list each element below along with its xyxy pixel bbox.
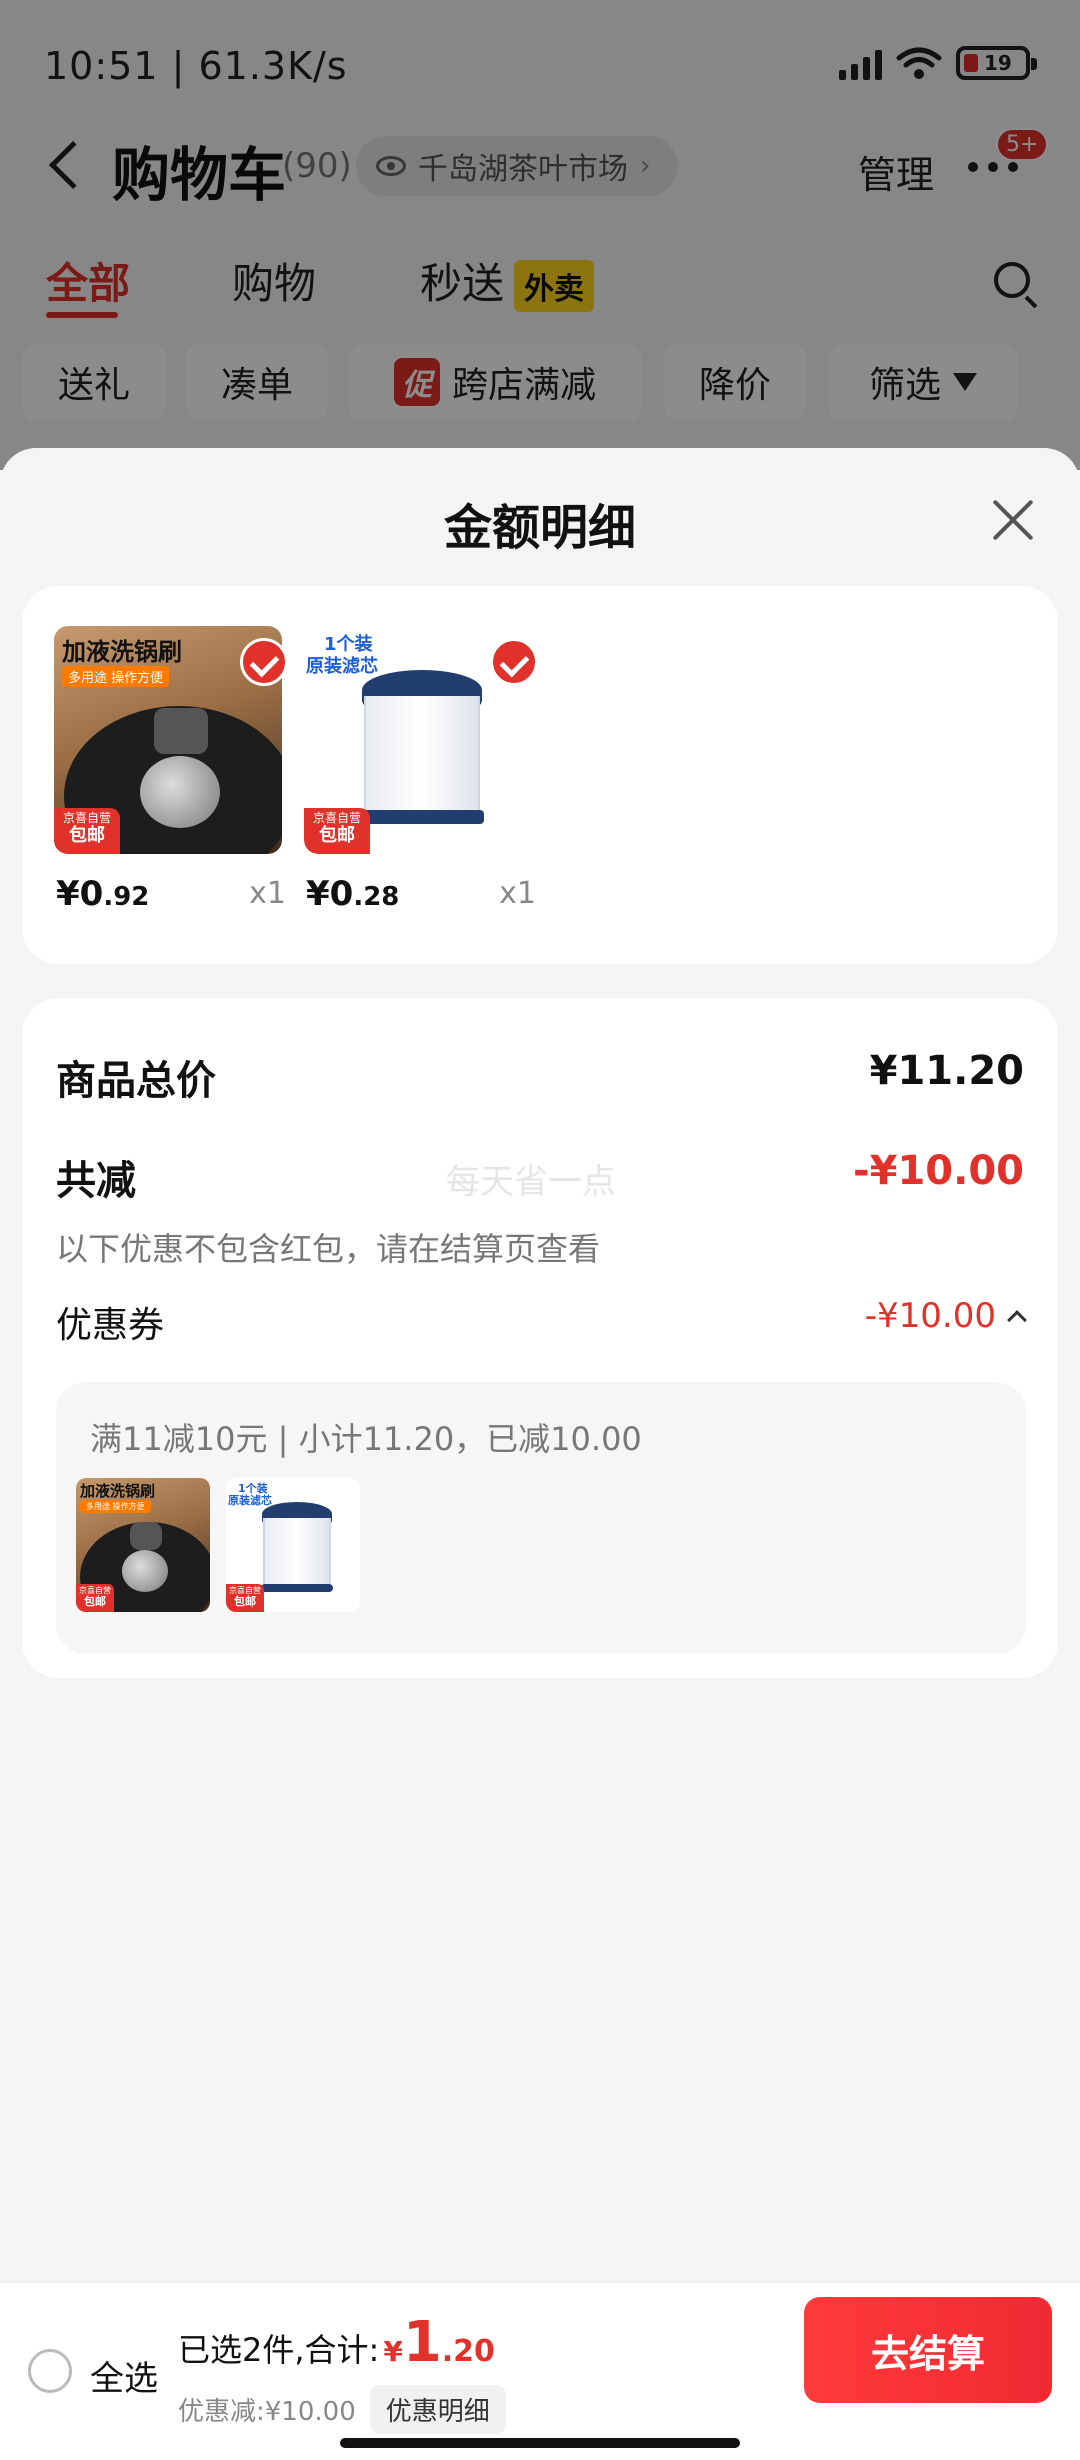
product-price: ¥0.92 [56, 874, 149, 914]
discount-label: 共减 [56, 1158, 136, 1204]
price-dec: .28 [353, 882, 400, 912]
dim-overlay[interactable] [0, 0, 1080, 470]
thumb-subtitle: 多用途 操作方便 [62, 666, 170, 687]
select-all-radio[interactable] [28, 2349, 72, 2393]
ship-tag-bottom: 包邮 [319, 824, 355, 846]
discount-note: 以下优惠不包含红包，请在结算页查看 [56, 1230, 601, 1268]
amount-detail-sheet: 金额明细 加液洗锅刷 多用途 操作方便 京喜自营 包邮 ¥0.92 x1 1个装… [0, 448, 1080, 2460]
sheet-title: 金额明细 [443, 500, 636, 556]
home-indicator [340, 2438, 740, 2448]
ship-tag-bottom: 包邮 [69, 824, 105, 846]
coupon-rule: 满11减10元 | 小计11.20，已减10.00 [90, 1420, 642, 1458]
price-dec: .92 [103, 882, 150, 912]
product-item[interactable]: 1个装 原装滤芯 京喜自营 包邮 ¥0.28 x1 [304, 626, 538, 914]
discount-text: 优惠减:¥10.00 [178, 2397, 356, 2427]
product-quantity: x1 [249, 876, 286, 911]
chevron-up-icon [1007, 1310, 1027, 1330]
total-price-label: 商品总价 [56, 1058, 216, 1104]
product-price: ¥0.28 [306, 874, 399, 914]
total-integer: 1 [402, 2310, 442, 2375]
discount-summary: 优惠减:¥10.00 优惠明细 [178, 2385, 506, 2434]
price-int: ¥0 [56, 874, 104, 914]
coupon-detail-box: 满11减10元 | 小计11.20，已减10.00 加液洗锅刷 多用途 操作方便… [56, 1382, 1026, 1654]
ship-tag-bottom: 包邮 [234, 1594, 256, 1608]
selected-text: 已选2件,合计: [178, 2331, 380, 2369]
total-price-value: ¥11.20 [869, 1048, 1024, 1094]
products-card: 加液洗锅刷 多用途 操作方便 京喜自营 包邮 ¥0.92 x1 1个装 原装滤芯… [22, 586, 1058, 964]
coupon-product-thumb: 加液洗锅刷 多用途 操作方便 京喜自营 包邮 [76, 1478, 210, 1612]
watermark-text: 每天省一点 [446, 1162, 616, 1202]
summary-card: 商品总价 ¥11.20 每天省一点 共减 -¥10.00 以下优惠不包含红包，请… [22, 998, 1058, 1678]
discount-detail-button[interactable]: 优惠明细 [369, 2385, 506, 2434]
ship-tag-top: 京喜自营 [79, 1586, 111, 1595]
coupon-label: 优惠券 [56, 1305, 165, 1346]
thumb-title: 加液洗锅刷 [80, 1482, 156, 1500]
ship-tag-top: 京喜自营 [312, 811, 361, 825]
free-shipping-tag: 京喜自营 包邮 [76, 1584, 114, 1612]
total-currency: ¥ [383, 2335, 403, 2368]
checked-icon [240, 638, 288, 686]
product-item[interactable]: 加液洗锅刷 多用途 操作方便 京喜自营 包邮 ¥0.92 x1 [54, 626, 288, 914]
ship-tag-top: 京喜自营 [229, 1586, 261, 1595]
coupon-toggle[interactable]: -¥10.00 [864, 1296, 1027, 1336]
ship-tag-top: 京喜自营 [62, 811, 111, 825]
price-row: ¥0.92 x1 [56, 874, 286, 914]
thumb-subtitle: 多用途 操作方便 [80, 1500, 151, 1513]
coupon-product-thumb: 1个装 原装滤芯 京喜自营 包邮 [226, 1478, 360, 1612]
close-icon[interactable] [984, 492, 1040, 548]
thumb-line2: 原装滤芯 [228, 1494, 272, 1507]
total-decimal: .20 [441, 2334, 495, 2369]
checked-icon [490, 638, 538, 686]
coupon-value: -¥10.00 [864, 1296, 996, 1336]
selected-summary: 已选2件,合计: ¥ 1 .20 [178, 2315, 495, 2371]
checkout-button[interactable]: 去结算 [804, 2297, 1052, 2403]
ship-tag-bottom: 包邮 [84, 1594, 106, 1608]
select-all-label[interactable]: 全选 [90, 2351, 158, 2400]
thumb-title: 加液洗锅刷 [62, 638, 182, 666]
price-int: ¥0 [306, 874, 354, 914]
checkout-bar: 全选 已选2件,合计: ¥ 1 .20 优惠减:¥10.00 优惠明细 去结算 [0, 2282, 1080, 2460]
free-shipping-tag: 京喜自营 包邮 [226, 1584, 264, 1612]
free-shipping-tag: 京喜自营 包邮 [304, 808, 370, 854]
price-row: ¥0.28 x1 [306, 874, 536, 914]
free-shipping-tag: 京喜自营 包邮 [54, 808, 120, 854]
thumb-line2: 原装滤芯 [306, 656, 378, 677]
discount-value: -¥10.00 [853, 1148, 1024, 1194]
cart-page-background: 10:51 | 61.3K/s 19 购物车 (90) 千岛湖茶叶市场 › 管理… [0, 0, 1080, 470]
product-quantity: x1 [499, 876, 536, 911]
